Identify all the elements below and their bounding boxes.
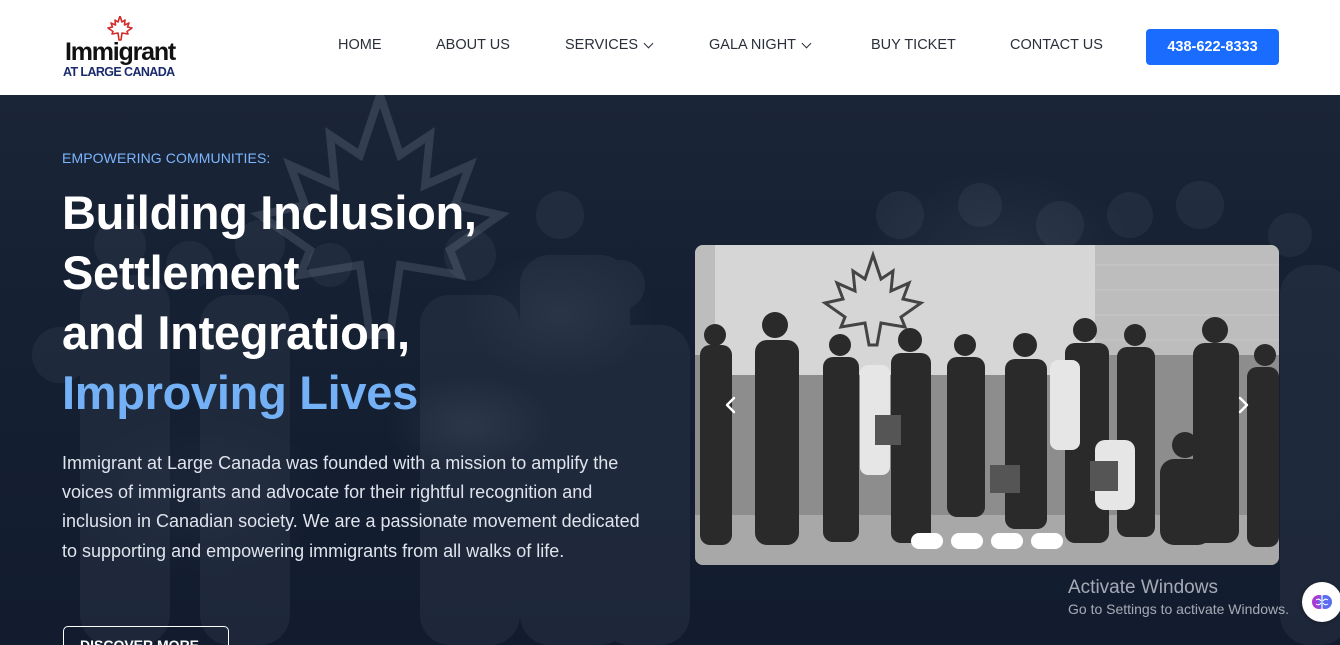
nav-item-label: SERVICES bbox=[565, 37, 639, 53]
nav-item-home[interactable]: HOME bbox=[338, 37, 382, 53]
nav-item-label: HOME bbox=[338, 37, 382, 53]
headline-accent: Improving Lives bbox=[62, 366, 418, 419]
chevron-down-icon bbox=[801, 38, 812, 48]
logo-subtitle: AT LARGE CANADA bbox=[63, 65, 175, 79]
nav-item-services[interactable]: SERVICES bbox=[565, 37, 654, 53]
chevron-left-icon[interactable] bbox=[719, 393, 743, 417]
nav-item-contact-us[interactable]: CONTACT US bbox=[1010, 37, 1103, 53]
nav-item-label: BUY TICKET bbox=[871, 37, 956, 53]
logo-wordmark: Immigrant bbox=[65, 38, 176, 66]
nav-item-label: GALA NIGHT bbox=[709, 37, 797, 53]
hero-description: Immigrant at Large Canada was founded wi… bbox=[62, 453, 640, 561]
nav-item-label: ABOUT US bbox=[436, 37, 510, 53]
chevron-right-icon[interactable] bbox=[1231, 393, 1255, 417]
hero-section: EMPOWERING COMMUNITIES: Building Inclusi… bbox=[0, 95, 1340, 645]
activate-windows-subtitle: Go to Settings to activate Windows. bbox=[1068, 601, 1289, 617]
carousel-dot[interactable] bbox=[1031, 533, 1063, 549]
chevron-down-icon bbox=[643, 38, 654, 48]
carousel-pagination bbox=[911, 533, 1063, 549]
headline-line: Building Inclusion, bbox=[62, 186, 477, 239]
nav-item-buy-ticket[interactable]: BUY TICKET bbox=[871, 37, 956, 53]
activate-windows-title: Activate Windows bbox=[1068, 577, 1218, 598]
carousel-dot[interactable] bbox=[911, 533, 943, 549]
phone-button[interactable]: 438-622-8333 bbox=[1146, 29, 1279, 65]
group-photo-image bbox=[695, 245, 1279, 565]
site-header: Immigrant AT LARGE CANADA HOME ABOUT US … bbox=[0, 0, 1340, 95]
headline-line: and Integration, bbox=[62, 306, 410, 359]
discover-more-button[interactable]: DISCOVER MORE → bbox=[63, 626, 229, 645]
nav-item-label: CONTACT US bbox=[1010, 37, 1103, 53]
photo-carousel[interactable] bbox=[695, 245, 1279, 565]
floating-assistant-button[interactable] bbox=[1302, 582, 1340, 622]
brain-icon bbox=[1312, 595, 1332, 609]
carousel-dot[interactable] bbox=[991, 533, 1023, 549]
nav-item-about-us[interactable]: ABOUT US bbox=[436, 37, 510, 53]
headline-line: Settlement bbox=[62, 246, 300, 299]
carousel-dot[interactable] bbox=[951, 533, 983, 549]
hero-eyebrow: EMPOWERING COMMUNITIES: bbox=[62, 150, 271, 166]
site-logo[interactable]: Immigrant AT LARGE CANADA bbox=[62, 16, 188, 80]
nav-item-gala-night[interactable]: GALA NIGHT bbox=[709, 37, 812, 53]
hero-headline: Building Inclusion, Settlement and Integ… bbox=[62, 183, 477, 423]
